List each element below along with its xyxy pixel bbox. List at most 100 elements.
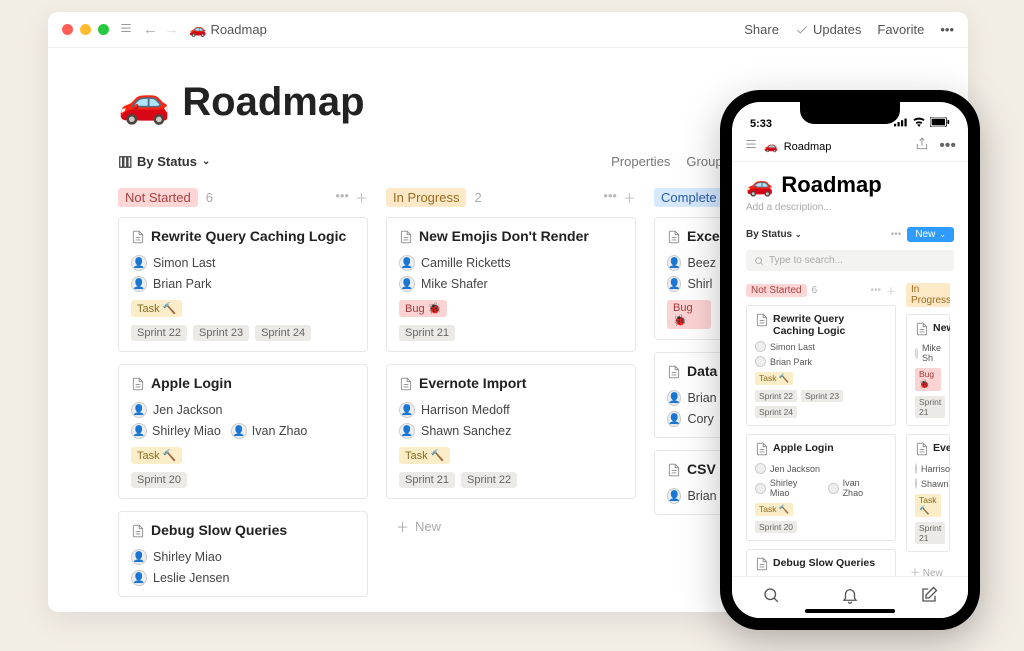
page-icon [667,228,681,247]
car-icon[interactable]: 🚗 [746,172,773,198]
type-tag: Task 🔨 [399,447,450,464]
properties-button[interactable]: Properties [611,154,670,169]
mobile-menu-button[interactable] [744,137,758,156]
favorite-button[interactable]: Favorite [877,22,924,37]
view-selector[interactable]: By Status ⌄ [118,154,210,169]
assignee: 👤Simon Last [131,255,355,271]
more-menu-button[interactable]: ••• [939,137,956,156]
sprint-tag: Sprint 22 [461,472,517,488]
updates-button[interactable]: Updates [795,22,861,37]
window-controls [62,24,109,35]
card-title: Debug Slow Queries [773,557,875,574]
share-icon[interactable] [915,137,929,156]
page-title[interactable]: Roadmap [182,80,364,125]
status-pill[interactable]: In Progress [906,283,950,307]
avatar: 👤 [399,255,415,271]
board-card[interactable]: EverHarrisoShawnTask 🔨Sprint 21 [906,434,950,552]
minimize-window-button[interactable] [80,24,91,35]
assignee: 👤Mike Shafer [399,276,623,292]
column-more-button[interactable]: ••• [335,188,349,207]
page-icon [131,522,145,541]
mobile-breadcrumb-title[interactable]: Roadmap [784,141,832,153]
page-icon [667,363,681,382]
phone-notch [800,102,900,124]
board-card[interactable]: Apple LoginJen JacksonShirley MiaoIvan Z… [746,434,896,541]
nav-back-button[interactable]: ← [143,21,158,38]
description-placeholder[interactable]: Add a description... [746,202,954,213]
column-count: 6 [812,285,818,296]
board-card[interactable]: CSV 👤Brian [654,450,724,515]
type-tag: Bug 🐞 [667,300,711,329]
nav-forward-button[interactable]: → [164,21,179,38]
status-pill[interactable]: In Progress [386,188,466,207]
add-card-button[interactable]: ＋New [386,511,636,542]
car-icon: 🚗 [764,140,778,153]
home-indicator[interactable] [805,609,895,613]
notifications-tab-button[interactable] [841,586,859,609]
sprint-tag: Sprint 24 [755,406,797,418]
board-card[interactable]: NewMike ShBug 🐞Sprint 21 [906,314,950,426]
window-titlebar: ← → 🚗 Roadmap Share Updates Favorite ••• [48,12,968,48]
card-title: Data [687,363,717,379]
avatar: 👤 [399,402,415,418]
assignee: 👤Cory [667,411,711,427]
chevron-down-icon: ⌄ [202,156,210,167]
maximize-window-button[interactable] [98,24,109,35]
assignee: Mike Sh [915,343,941,363]
card-title: Rewrite Query Caching Logic [773,313,887,337]
share-button[interactable]: Share [744,22,779,37]
mobile-topbar: 🚗 Roadmap ••• [732,132,968,162]
compose-tab-button[interactable] [920,586,938,609]
chevron-down-icon: ⌄ [939,230,946,239]
board-card[interactable]: Apple Login 👤Jen Jackson👤Shirley Miao👤Iv… [118,364,368,499]
column-count: 6 [206,190,213,205]
avatar: 👤 [231,423,247,439]
board-card[interactable]: Debug Slow Queries 👤Shirley Miao👤Leslie … [118,511,368,597]
column-add-button[interactable]: ＋ [355,188,368,207]
board-card[interactable]: Rewrite Query Caching Logic 👤Simon Last👤… [118,217,368,352]
type-tag: Task 🔨 [915,494,941,517]
status-pill[interactable]: Complete [654,188,724,207]
status-time: 5:33 [750,118,772,130]
card-title: Debug Slow Queries [151,522,287,538]
status-pill[interactable]: Not Started [118,188,198,207]
column-add-button[interactable]: ＋ [623,188,636,207]
board-column-complete: Complete Exce 👤Beez👤ShirlBug 🐞 Data 👤Bri… [654,188,724,609]
sprint-tag: Sprint 21 [399,472,455,488]
card-title: CSV [687,461,716,477]
card-title: Evernote Import [419,375,526,391]
page-icon[interactable]: 🚗 [118,78,170,127]
page-icon [915,442,929,459]
column-more-button[interactable]: ••• [870,285,881,296]
board-card[interactable]: Data 👤Brian👤Cory [654,352,724,438]
column-header: Not Started 6 ••• ＋ [118,188,368,207]
close-window-button[interactable] [62,24,73,35]
mobile-view-selector[interactable]: By Status ⌄ [746,229,802,240]
avatar: 👤 [667,255,681,271]
sidebar-toggle-button[interactable] [119,21,133,38]
mobile-page-title[interactable]: Roadmap [781,172,881,198]
page-icon [915,322,929,339]
breadcrumb[interactable]: 🚗 Roadmap [189,21,267,38]
battery-icon [930,117,950,130]
board-card[interactable]: Exce 👤Beez👤ShirlBug 🐞 [654,217,724,340]
board-card[interactable]: Evernote Import 👤Harrison Medoff👤Shawn S… [386,364,636,499]
search-tab-button[interactable] [762,586,780,609]
status-pill[interactable]: Not Started [746,284,807,297]
column-add-button[interactable]: ＋ [886,283,896,298]
type-tag: Task 🔨 [755,372,793,385]
assignee: 👤Brian Park [131,276,355,292]
board-card[interactable]: Rewrite Query Caching LogicSimon LastBri… [746,305,896,426]
more-menu-button[interactable]: ••• [940,22,954,37]
assignee: Shirley MiaoIvan Zhao [755,478,887,498]
mobile-view-more-button[interactable]: ••• [891,229,902,240]
mobile-new-button[interactable]: New ⌄ [907,227,954,242]
board-card[interactable]: New Emojis Don't Render 👤Camille Rickett… [386,217,636,352]
avatar: 👤 [399,276,415,292]
assignee: Simon Last [755,341,887,352]
column-more-button[interactable]: ••• [603,188,617,207]
mobile-search-input[interactable]: Type to search... [746,250,954,271]
page-icon [131,228,145,247]
sprint-tag: Sprint 23 [193,325,249,341]
avatar: 👤 [667,488,681,504]
